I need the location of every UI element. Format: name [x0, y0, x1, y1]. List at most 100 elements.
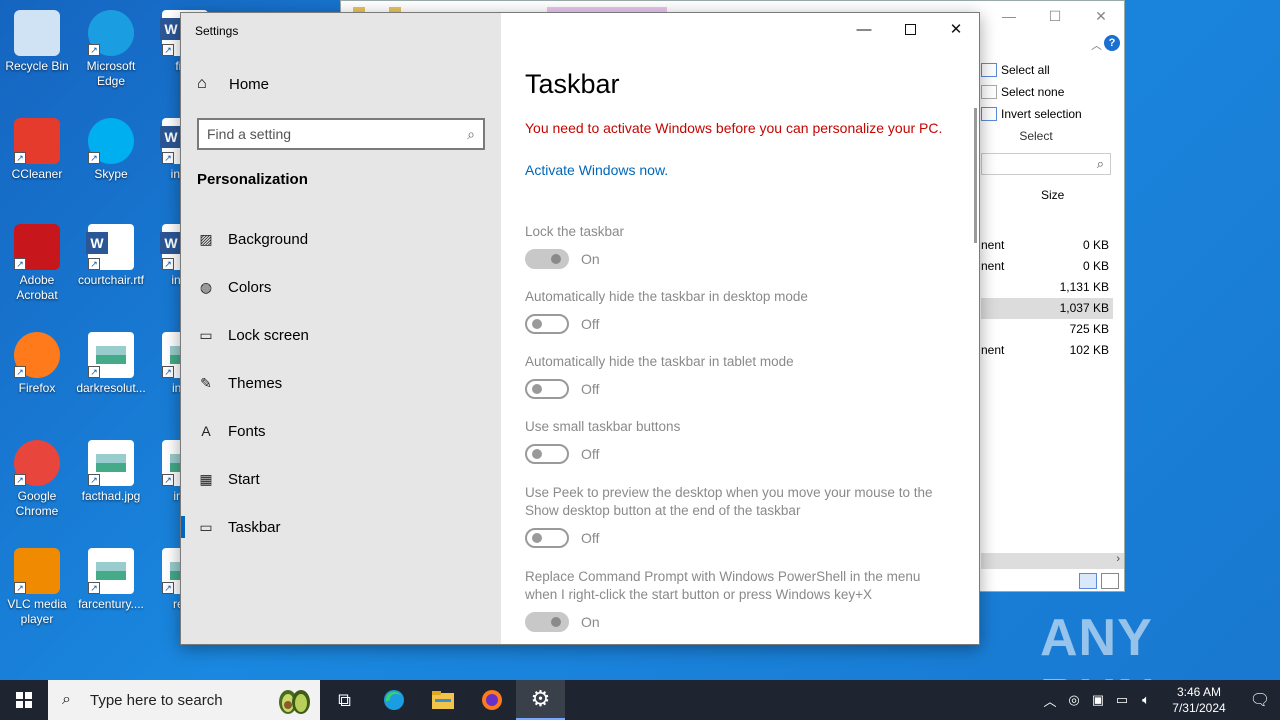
nav-item-label: Lock screen: [228, 326, 309, 344]
firefox-icon: ↗: [14, 332, 60, 378]
network-icon[interactable]: ▭: [1110, 692, 1134, 708]
shortcut-arrow-icon: ↗: [162, 474, 174, 486]
nav-item-label: Start: [228, 470, 260, 488]
webcam-icon[interactable]: ▣: [1086, 692, 1110, 708]
edge-taskbar-button[interactable]: [369, 680, 418, 720]
toggle-switch[interactable]: [525, 528, 569, 548]
activate-windows-link[interactable]: Activate Windows now.: [525, 162, 668, 178]
settings-search-input[interactable]: Find a setting ⌕: [197, 118, 485, 150]
file-row[interactable]: 1,131 KB: [981, 277, 1113, 298]
minimize-button[interactable]: —: [841, 13, 887, 45]
desktop-icon[interactable]: ↗ Google Chrome: [0, 440, 74, 519]
toggle-switch[interactable]: [525, 612, 569, 632]
chevron-up-icon[interactable]: ︿: [1038, 691, 1062, 710]
desktop-icon[interactable]: ↗ Skype: [74, 118, 148, 182]
settings-window[interactable]: Settings ⌂ Home Find a setting ⌕ Persona…: [180, 12, 980, 645]
toggle-switch[interactable]: [525, 379, 569, 399]
toggle-switch[interactable]: [525, 444, 569, 464]
notification-icon[interactable]: 🗨︎: [1240, 690, 1280, 710]
desktop-icon[interactable]: ↗ Firefox: [0, 332, 74, 396]
ribbon-collapse-icon[interactable]: ︿: [1091, 37, 1102, 53]
nav-item-start[interactable]: ▦ Start: [181, 455, 501, 503]
network-globe-icon[interactable]: ◎: [1062, 692, 1086, 708]
explorer-hscrollbar[interactable]: ›: [981, 553, 1124, 569]
nav-item-lock-screen[interactable]: ▭ Lock screen: [181, 311, 501, 359]
toggle-row: Off: [525, 444, 955, 464]
ccleaner-icon: ↗: [14, 118, 60, 164]
word-doc-icon: W ↗: [86, 224, 134, 270]
view-toggle: [1079, 573, 1119, 589]
clock[interactable]: 3:46 AM 7/31/2024: [1164, 684, 1234, 716]
file-type: nent: [981, 259, 1005, 273]
explorer-minimize-icon[interactable]: —: [986, 1, 1032, 31]
desktop-icon-label: farcentury....: [78, 597, 144, 611]
firefox-taskbar-button[interactable]: [467, 680, 516, 720]
desktop-icon-label: Recycle Bin: [5, 59, 69, 73]
desktop-icon[interactable]: ↗ Adobe Acrobat: [0, 224, 74, 303]
explorer-search-input[interactable]: ⌕: [981, 153, 1111, 175]
select-all-button[interactable]: Select all: [981, 59, 1091, 81]
shortcut-arrow-icon: ↗: [162, 258, 174, 270]
image-file-icon: ↗: [88, 548, 134, 594]
acrobat-icon: ↗: [14, 224, 60, 270]
settings-taskbar-button[interactable]: ⚙: [516, 680, 565, 720]
desktop-icon[interactable]: ↗ facthad.jpg: [74, 440, 148, 504]
toggle-knob: [532, 533, 542, 543]
toggle-state-label: Off: [581, 381, 600, 397]
desktop-icon[interactable]: ↗ darkresolut...: [74, 332, 148, 396]
desktop-icon[interactable]: ↗ Microsoft Edge: [74, 10, 148, 89]
details-view-icon[interactable]: [1079, 573, 1097, 589]
file-explorer-taskbar-button[interactable]: [418, 680, 467, 720]
file-type: nent: [981, 238, 1005, 252]
lock-screen-icon: ▭: [199, 326, 213, 343]
invert-selection-button[interactable]: Invert selection: [981, 103, 1091, 125]
file-row[interactable]: 725 KB: [981, 319, 1113, 340]
image-icon: ▨: [199, 230, 213, 247]
nav-item-themes[interactable]: ✎ Themes: [181, 359, 501, 407]
nav-item-fonts[interactable]: A Fonts: [181, 407, 501, 455]
file-row[interactable]: nent 0 KB: [981, 256, 1113, 277]
toggle-knob: [532, 384, 542, 394]
nav-item-taskbar[interactable]: ▭ Taskbar: [181, 503, 501, 551]
toggle-switch[interactable]: [525, 314, 569, 334]
nav-item-label: Taskbar: [228, 518, 281, 536]
nav-item-label: Fonts: [228, 422, 266, 440]
content-scrollbar[interactable]: [974, 108, 977, 243]
page-title: Taskbar: [525, 69, 620, 99]
file-size: 0 KB: [1082, 238, 1109, 252]
settings-sidebar: Settings ⌂ Home Find a setting ⌕ Persona…: [181, 13, 501, 644]
maximize-button[interactable]: [887, 13, 933, 45]
desktop-icon[interactable]: ↗ CCleaner: [0, 118, 74, 182]
file-size: 725 KB: [1069, 322, 1109, 336]
task-view-button[interactable]: ⧉: [320, 680, 369, 720]
brush-icon: ✎: [200, 374, 212, 391]
desktop-icon[interactable]: W ↗ courtchair.rtf: [74, 224, 148, 288]
size-column-header[interactable]: Size: [1041, 188, 1064, 202]
file-row[interactable]: nent 0 KB: [981, 235, 1113, 256]
shortcut-arrow-icon: ↗: [14, 582, 26, 594]
taskbar-setting: Replace Command Prompt with Windows Powe…: [525, 568, 955, 632]
toggle-switch[interactable]: [525, 249, 569, 269]
task-view-icon: ⧉: [338, 689, 351, 710]
select-none-button[interactable]: Select none: [981, 81, 1091, 103]
explorer-close-icon[interactable]: ✕: [1078, 1, 1124, 31]
large-icons-view-icon[interactable]: [1101, 573, 1119, 589]
start-button[interactable]: [0, 680, 48, 720]
file-row[interactable]: 1,037 KB: [981, 298, 1113, 319]
desktop-icon[interactable]: ↗ farcentury....: [74, 548, 148, 612]
nav-item-background[interactable]: ▨ Background: [181, 215, 501, 263]
desktop-icon[interactable]: Recycle Bin: [0, 10, 74, 74]
nav-item-colors[interactable]: ◍ Colors: [181, 263, 501, 311]
explorer-maximize-icon[interactable]: ☐: [1032, 1, 1078, 31]
nav-home[interactable]: ⌂ Home: [197, 75, 269, 93]
toggle-knob: [532, 319, 542, 329]
taskbar-search-box[interactable]: ⌕ Type here to search: [48, 680, 320, 720]
desktop-icon[interactable]: ↗ VLC media player: [0, 548, 74, 627]
scroll-right-icon[interactable]: ›: [1116, 553, 1120, 565]
close-button[interactable]: ✕: [933, 13, 979, 45]
file-row[interactable]: nent 102 KB: [981, 340, 1113, 361]
volume-icon[interactable]: 🔈︎: [1134, 692, 1158, 708]
help-icon[interactable]: ?: [1104, 35, 1120, 51]
shortcut-arrow-icon: ↗: [14, 258, 26, 270]
setting-label: Automatically hide the taskbar in tablet…: [525, 354, 794, 369]
